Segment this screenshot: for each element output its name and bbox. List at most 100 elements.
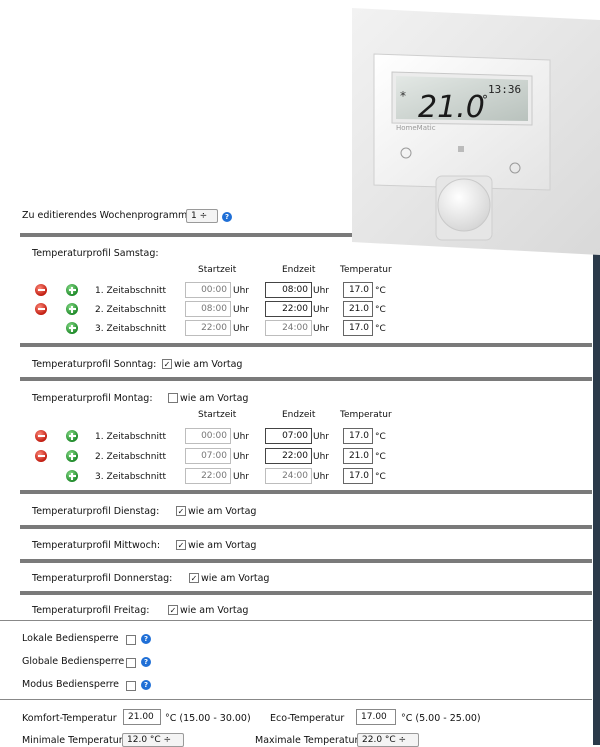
eco-temp-field[interactable]: 17.00 [356,709,396,725]
temp-field[interactable]: 17.0 [343,320,373,336]
segment-label: 3. Zeitabschnitt [95,472,167,482]
add-segment-icon[interactable] [66,470,78,482]
add-segment-icon[interactable] [66,284,78,296]
monday-title: Temperaturprofil Montag: [32,393,153,404]
unit-uhr: Uhr [313,305,329,315]
help-icon[interactable]: ? [141,657,151,667]
col-end: Endzeit [282,410,316,420]
wednesday-same-checkbox[interactable]: ✓ [176,540,186,550]
min-temp-value: 12.0 °C [127,735,161,745]
local-lock-label: Lokale Bediensperre [22,633,119,644]
separator [0,620,592,621]
temp-field[interactable]: 17.0 [343,428,373,444]
col-temp: Temperatur [340,410,392,420]
unit-uhr: Uhr [313,324,329,334]
brand-logo: HomeMatic [396,124,436,132]
temp-field[interactable]: 21.0 [343,301,373,317]
program-label: Zu editierendes Wochenprogramm: [22,210,191,221]
col-temp: Temperatur [340,265,392,275]
separator [20,525,592,529]
same-as-prev-label: wie am Vortag [201,573,270,584]
end-time-field[interactable]: 24:00 [265,468,312,484]
same-as-prev-label: wie am Vortag [180,393,249,404]
start-time-field[interactable]: 08:00 [185,301,231,317]
tuesday-title: Temperaturprofil Dienstag: [32,506,160,517]
end-time-field[interactable]: 08:00 [265,282,312,298]
local-lock-checkbox[interactable] [126,635,136,645]
start-time-field[interactable]: 07:00 [185,448,231,464]
same-as-prev-label: wie am Vortag [188,540,257,551]
separator [20,490,592,494]
same-as-prev-label: wie am Vortag [188,506,257,517]
help-icon[interactable]: ? [141,634,151,644]
mode-lock-checkbox[interactable] [126,681,136,691]
unit-uhr: Uhr [313,472,329,482]
add-segment-icon[interactable] [66,430,78,442]
col-end: Endzeit [282,265,316,275]
unit-celsius: °C [375,324,386,334]
col-start: Startzeit [198,265,237,275]
unit-celsius: °C [375,286,386,296]
thermostat-device: 13:36 21.0 ° * HomeMatic [352,8,600,255]
friday-title: Temperaturprofil Freitag: [32,605,150,616]
temp-field[interactable]: 21.0 [343,448,373,464]
end-time-field[interactable]: 24:00 [265,320,312,336]
temp-field[interactable]: 17.0 [343,468,373,484]
help-icon[interactable]: ? [141,680,151,690]
monday-same-checkbox[interactable] [168,393,178,403]
program-select[interactable]: 1 ÷ [186,209,218,223]
sunday-title: Temperaturprofil Sonntag: [32,359,157,370]
max-temp-label: Maximale Temperatur [255,735,359,746]
end-time-field[interactable]: 07:00 [265,428,312,444]
display-degree: ° [482,93,488,107]
unit-uhr: Uhr [233,472,249,482]
comfort-temp-field[interactable]: 21.00 [123,709,161,725]
unit-uhr: Uhr [233,432,249,442]
segment-label: 1. Zeitabschnitt [95,432,167,442]
max-temp-value: 22.0 °C [362,735,396,745]
start-time-field[interactable]: 22:00 [185,320,231,336]
wednesday-title: Temperaturprofil Mittwoch: [32,540,161,551]
remove-segment-icon[interactable] [35,284,47,296]
remove-segment-icon[interactable] [35,430,47,442]
start-time-field[interactable]: 22:00 [185,468,231,484]
separator [0,699,592,700]
add-segment-icon[interactable] [66,450,78,462]
min-temp-label: Minimale Temperatur [22,735,123,746]
add-segment-icon[interactable] [66,322,78,334]
unit-uhr: Uhr [313,452,329,462]
segment-label: 2. Zeitabschnitt [95,305,167,315]
comfort-range: °C (15.00 - 30.00) [165,713,251,724]
mode-lock-label: Modus Bediensperre [22,679,120,690]
remove-segment-icon[interactable] [35,303,47,315]
unit-celsius: °C [375,472,386,482]
unit-celsius: °C [375,432,386,442]
segment-label: 1. Zeitabschnitt [95,286,167,296]
comfort-label: Komfort-Temperatur [22,713,117,724]
same-as-prev-label: wie am Vortag [180,605,249,616]
temp-field[interactable]: 17.0 [343,282,373,298]
control-knob[interactable] [437,178,491,232]
thursday-title: Temperaturprofil Donnerstag: [32,573,173,584]
start-time-field[interactable]: 00:00 [185,282,231,298]
help-icon[interactable]: ? [222,212,232,222]
program-select-value: 1 [191,211,197,221]
global-lock-checkbox[interactable] [126,658,136,668]
sunday-same-checkbox[interactable]: ✓ [162,359,172,369]
end-time-field[interactable]: 22:00 [265,301,312,317]
start-time-field[interactable]: 00:00 [185,428,231,444]
remove-segment-icon[interactable] [35,450,47,462]
end-time-field[interactable]: 22:00 [265,448,312,464]
unit-uhr: Uhr [313,432,329,442]
snowflake-icon: * [400,89,406,103]
boost-icon[interactable] [458,146,464,152]
separator [20,591,592,595]
thursday-same-checkbox[interactable]: ✓ [189,573,199,583]
friday-same-checkbox[interactable]: ✓ [168,605,178,615]
unit-uhr: Uhr [233,452,249,462]
tuesday-same-checkbox[interactable]: ✓ [176,506,186,516]
display-temperature: 21.0 [418,90,485,125]
same-as-prev-label: wie am Vortag [174,359,243,370]
unit-uhr: Uhr [313,286,329,296]
add-segment-icon[interactable] [66,303,78,315]
